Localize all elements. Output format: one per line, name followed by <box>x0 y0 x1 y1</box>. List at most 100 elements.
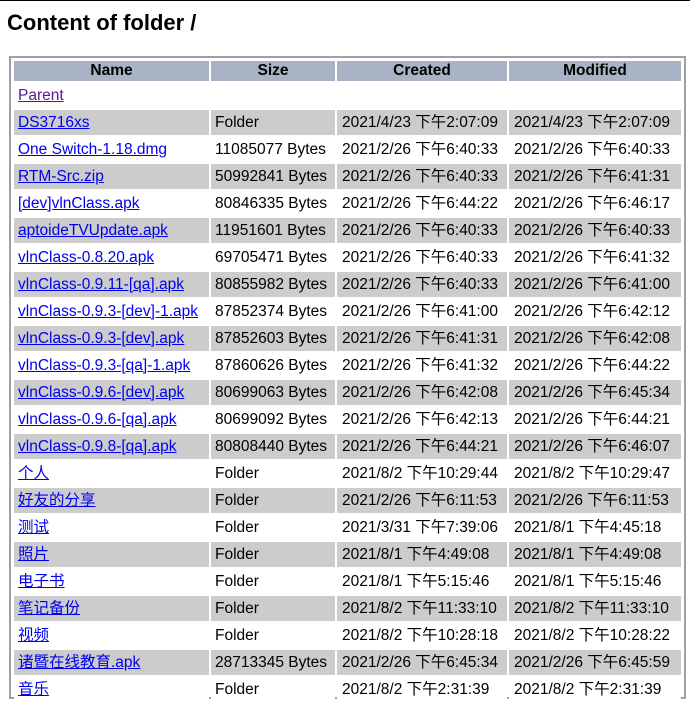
header-modified[interactable]: Modified <box>509 61 681 81</box>
created-cell: 2021/2/26 下午6:42:08 <box>337 380 507 405</box>
file-link[interactable]: vlnClass-0.9.6-[qa].apk <box>18 411 177 428</box>
size-cell: 11085077 Bytes <box>211 137 335 162</box>
file-link[interactable]: 测试 <box>18 519 49 536</box>
header-size[interactable]: Size <box>211 61 335 81</box>
modified-cell: 2021/8/1 下午4:45:18 <box>509 515 681 540</box>
file-link[interactable]: 诸暨在线教育.apk <box>18 654 140 671</box>
size-cell: Folder <box>211 461 335 486</box>
size-cell: 69705471 Bytes <box>211 245 335 270</box>
table-row: RTM-Src.zip 50992841 Bytes 2021/2/26 下午6:4… <box>14 164 681 189</box>
file-link[interactable]: 笔记备份 <box>18 600 80 617</box>
size-cell: 80846335 Bytes <box>211 191 335 216</box>
created-cell: 2021/2/26 下午6:45:34 <box>337 650 507 675</box>
created-cell: 2021/2/26 下午6:41:31 <box>337 326 507 351</box>
created-cell: 2021/4/23 下午2:07:09 <box>337 110 507 135</box>
size-cell: Folder <box>211 515 335 540</box>
modified-cell: 2021/2/26 下午6:42:08 <box>509 326 681 351</box>
modified-cell: 2021/8/1 下午5:15:46 <box>509 569 681 594</box>
name-cell: One Switch-1.18.dmg <box>14 137 209 162</box>
header-name[interactable]: Name <box>14 61 209 81</box>
parent-cell: Parent <box>14 83 209 108</box>
table-row: aptoideTVUpdate.apk 11951601 Bytes 2021/2/… <box>14 218 681 243</box>
size-cell: Folder <box>211 110 335 135</box>
file-link[interactable]: vlnClass-0.9.3-[dev].apk <box>18 330 184 347</box>
file-link[interactable]: vlnClass-0.8.20.apk <box>18 249 154 266</box>
name-cell: RTM-Src.zip <box>14 164 209 189</box>
created-cell: 2021/2/26 下午6:40:33 <box>337 137 507 162</box>
file-link[interactable]: [dev]vlnClass.apk <box>18 195 139 212</box>
table-row: vlnClass-0.9.3-[dev]-1.apk 87852374 Bytes… <box>14 299 681 324</box>
name-cell: DS3716xs <box>14 110 209 135</box>
created-cell: 2021/8/2 下午10:29:44 <box>337 461 507 486</box>
file-link[interactable]: One Switch-1.18.dmg <box>18 141 167 158</box>
file-link[interactable]: aptoideTVUpdate.apk <box>18 222 168 239</box>
file-link[interactable]: 好友的分享 <box>18 492 96 509</box>
modified-cell: 2021/2/26 下午6:44:21 <box>509 407 681 432</box>
name-cell: vlnClass-0.9.6-[dev].apk <box>14 380 209 405</box>
modified-cell: 2021/2/26 下午6:46:07 <box>509 434 681 459</box>
size-cell: 80699063 Bytes <box>211 380 335 405</box>
file-link[interactable]: 个人 <box>18 465 49 482</box>
table-row: One Switch-1.18.dmg 11085077 Bytes 2021/2/… <box>14 137 681 162</box>
created-cell: 2021/8/1 下午5:15:46 <box>337 569 507 594</box>
modified-cell: 2021/2/26 下午6:41:32 <box>509 245 681 270</box>
file-table: Name Size Created Modified Parent DS3716… <box>12 59 683 704</box>
file-link[interactable]: 音乐 <box>18 681 49 698</box>
file-link[interactable]: 电子书 <box>18 573 65 590</box>
table-row: 笔记备份 Folder 2021/8/2 下午11:33:10 2021/8/2 下午… <box>14 596 681 621</box>
table-row: DS3716xs Folder 2021/4/23 下午2:07:09 2021/4/… <box>14 110 681 135</box>
name-cell: 视频 <box>14 623 209 648</box>
parent-row: Parent <box>14 83 681 108</box>
size-cell: 28713345 Bytes <box>211 650 335 675</box>
name-cell: 音乐 <box>14 677 209 702</box>
size-cell: Folder <box>211 623 335 648</box>
modified-cell: 2021/4/23 下午2:07:09 <box>509 110 681 135</box>
file-link[interactable]: DS3716xs <box>18 114 90 131</box>
created-cell: 2021/2/26 下午6:40:33 <box>337 164 507 189</box>
name-cell: 诸暨在线教育.apk <box>14 650 209 675</box>
file-link[interactable]: vlnClass-0.9.6-[dev].apk <box>18 384 184 401</box>
parent-link[interactable]: Parent <box>18 87 64 104</box>
created-cell: 2021/3/31 下午7:39:06 <box>337 515 507 540</box>
created-cell: 2021/2/26 下午6:42:13 <box>337 407 507 432</box>
modified-cell: 2021/2/26 下午6:45:34 <box>509 380 681 405</box>
modified-cell: 2021/2/26 下午6:45:59 <box>509 650 681 675</box>
table-row: 电子书 Folder 2021/8/1 下午5:15:46 2021/8/1 下午5:… <box>14 569 681 594</box>
modified-cell: 2021/8/1 下午4:49:08 <box>509 542 681 567</box>
size-cell: 80808440 Bytes <box>211 434 335 459</box>
table-row: [dev]vlnClass.apk 80846335 Bytes 2021/2/26… <box>14 191 681 216</box>
table-row: vlnClass-0.9.3-[dev].apk 87852603 Bytes 20… <box>14 326 681 351</box>
table-row: vlnClass-0.9.6-[qa].apk 80699092 Bytes 202… <box>14 407 681 432</box>
file-link[interactable]: vlnClass-0.9.3-[dev]-1.apk <box>18 303 198 320</box>
size-cell: 80699092 Bytes <box>211 407 335 432</box>
modified-cell: 2021/2/26 下午6:41:31 <box>509 164 681 189</box>
file-link[interactable]: 照片 <box>18 546 49 563</box>
created-cell: 2021/2/26 下午6:40:33 <box>337 272 507 297</box>
size-cell: 87852374 Bytes <box>211 299 335 324</box>
header-created[interactable]: Created <box>337 61 507 81</box>
size-cell: 11951601 Bytes <box>211 218 335 243</box>
table-header-row: Name Size Created Modified <box>14 61 681 81</box>
table-row: vlnClass-0.9.11-[qa].apk 80855982 Bytes 20… <box>14 272 681 297</box>
created-cell: 2021/2/26 下午6:44:22 <box>337 191 507 216</box>
table-row: 视频 Folder 2021/8/2 下午10:28:18 2021/8/2 下午10… <box>14 623 681 648</box>
file-link[interactable]: vlnClass-0.9.3-[qa]-1.apk <box>18 357 190 374</box>
size-cell: 80855982 Bytes <box>211 272 335 297</box>
created-cell: 2021/2/26 下午6:44:21 <box>337 434 507 459</box>
name-cell: vlnClass-0.9.11-[qa].apk <box>14 272 209 297</box>
modified-cell: 2021/8/2 下午11:33:10 <box>509 596 681 621</box>
modified-cell: 2021/2/26 下午6:42:12 <box>509 299 681 324</box>
created-cell: 2021/2/26 下午6:41:00 <box>337 299 507 324</box>
table-row: 个人 Folder 2021/8/2 下午10:29:44 2021/8/2 下午10… <box>14 461 681 486</box>
file-link[interactable]: RTM-Src.zip <box>18 168 104 185</box>
table-row: vlnClass-0.9.6-[dev].apk 80699063 Bytes 20… <box>14 380 681 405</box>
file-link[interactable]: vlnClass-0.9.11-[qa].apk <box>18 276 184 293</box>
modified-cell: 2021/8/2 下午10:29:47 <box>509 461 681 486</box>
modified-cell: 2021/2/26 下午6:40:33 <box>509 218 681 243</box>
file-link[interactable]: vlnClass-0.9.8-[qa].apk <box>18 438 177 455</box>
created-cell: 2021/8/2 下午2:31:39 <box>337 677 507 702</box>
file-link[interactable]: 视频 <box>18 627 49 644</box>
modified-cell: 2021/2/26 下午6:44:22 <box>509 353 681 378</box>
name-cell: 电子书 <box>14 569 209 594</box>
size-cell: Folder <box>211 488 335 513</box>
